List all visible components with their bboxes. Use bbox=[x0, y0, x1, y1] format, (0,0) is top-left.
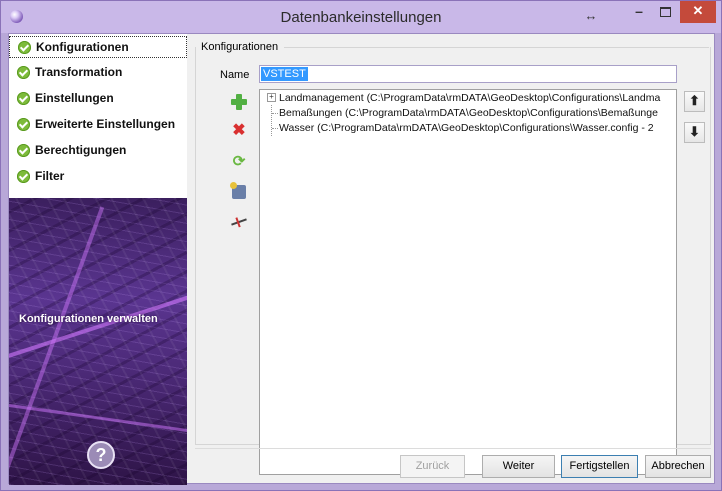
configurations-tree[interactable]: + Landmanagement (C:\ProgramData\rmDATA\… bbox=[259, 89, 677, 475]
nav-item-label: Transformation bbox=[35, 65, 123, 79]
city-banner-image: Konfigurationen verwalten ? bbox=[9, 198, 187, 485]
cancel-button[interactable]: Abbrechen bbox=[645, 455, 711, 478]
check-icon bbox=[17, 65, 30, 79]
wizard-nav: Konfigurationen Transformation Einstellu… bbox=[9, 34, 187, 198]
nav-item-label: Konfigurationen bbox=[36, 40, 129, 54]
footer-divider bbox=[195, 448, 711, 449]
add-icon bbox=[231, 94, 247, 110]
minimize-button[interactable]: – bbox=[625, 1, 653, 23]
check-icon bbox=[18, 40, 31, 54]
nav-item-einstellungen[interactable]: Einstellungen bbox=[9, 87, 187, 109]
refresh-button[interactable]: ⟳ bbox=[229, 151, 249, 171]
title-bar[interactable]: Datenbankeinstellungen ↔ – ✕ bbox=[1, 1, 721, 33]
move-down-button[interactable]: ⬇ bbox=[684, 122, 705, 143]
refresh-icon: ⟳ bbox=[232, 153, 246, 170]
tree-line bbox=[271, 105, 272, 136]
add-button[interactable] bbox=[229, 92, 249, 112]
nav-item-label: Erweiterte Einstellungen bbox=[35, 117, 176, 131]
check-icon bbox=[17, 169, 30, 183]
nav-item-label: Filter bbox=[35, 169, 65, 183]
tree-line bbox=[272, 128, 278, 129]
maximize-icon bbox=[660, 7, 671, 17]
nav-item-label: Berechtigungen bbox=[35, 143, 127, 157]
check-icon bbox=[17, 143, 30, 157]
tree-item[interactable]: Bemaßungen (C:\ProgramData\rmDATA\GeoDes… bbox=[279, 106, 658, 121]
disconnect-button[interactable] bbox=[229, 212, 249, 232]
name-value: VSTEST bbox=[261, 67, 308, 81]
resize-indicator-icon: ↔ bbox=[584, 8, 598, 23]
tree-item[interactable]: Landmanagement (C:\ProgramData\rmDATA\Ge… bbox=[279, 91, 660, 106]
check-icon bbox=[17, 91, 30, 105]
nav-item-transformation[interactable]: Transformation bbox=[9, 61, 187, 83]
delete-button[interactable]: ✖ bbox=[229, 120, 249, 140]
move-up-button[interactable]: ⬆ bbox=[684, 91, 705, 112]
delete-icon: ✖ bbox=[232, 122, 246, 139]
database-settings-button[interactable] bbox=[229, 182, 249, 202]
banner-road bbox=[9, 206, 105, 485]
nav-item-label: Einstellungen bbox=[35, 91, 114, 105]
tree-line bbox=[272, 113, 278, 114]
disconnect-icon bbox=[231, 218, 247, 226]
dialog-window: Datenbankeinstellungen ↔ – ✕ Konfigurati… bbox=[0, 0, 722, 491]
dialog-client: Konfigurationen Transformation Einstellu… bbox=[8, 33, 715, 485]
database-settings-icon bbox=[230, 182, 246, 199]
check-icon bbox=[17, 117, 30, 131]
banner-road bbox=[9, 402, 187, 437]
finish-button[interactable]: Fertigstellen bbox=[561, 455, 638, 478]
back-button[interactable]: Zurück bbox=[400, 455, 465, 478]
next-button[interactable]: Weiter bbox=[482, 455, 555, 478]
nav-item-erweiterte-einstellungen[interactable]: Erweiterte Einstellungen bbox=[9, 113, 187, 135]
nav-item-filter[interactable]: Filter bbox=[9, 165, 187, 187]
window-title: Datenbankeinstellungen bbox=[280, 9, 442, 26]
maximize-button[interactable] bbox=[652, 1, 679, 23]
close-button[interactable]: ✕ bbox=[680, 1, 716, 23]
nav-item-berechtigungen[interactable]: Berechtigungen bbox=[9, 139, 187, 161]
tree-item[interactable]: Wasser (C:\ProgramData\rmDATA\GeoDesktop… bbox=[279, 121, 654, 136]
expand-icon[interactable]: + bbox=[267, 93, 276, 102]
help-button[interactable]: ? bbox=[87, 441, 115, 469]
nav-item-konfigurationen[interactable]: Konfigurationen bbox=[9, 36, 187, 58]
name-label: Name bbox=[220, 69, 250, 81]
step-caption: Konfigurationen verwalten bbox=[19, 313, 158, 325]
name-input[interactable]: VSTEST bbox=[259, 65, 677, 83]
